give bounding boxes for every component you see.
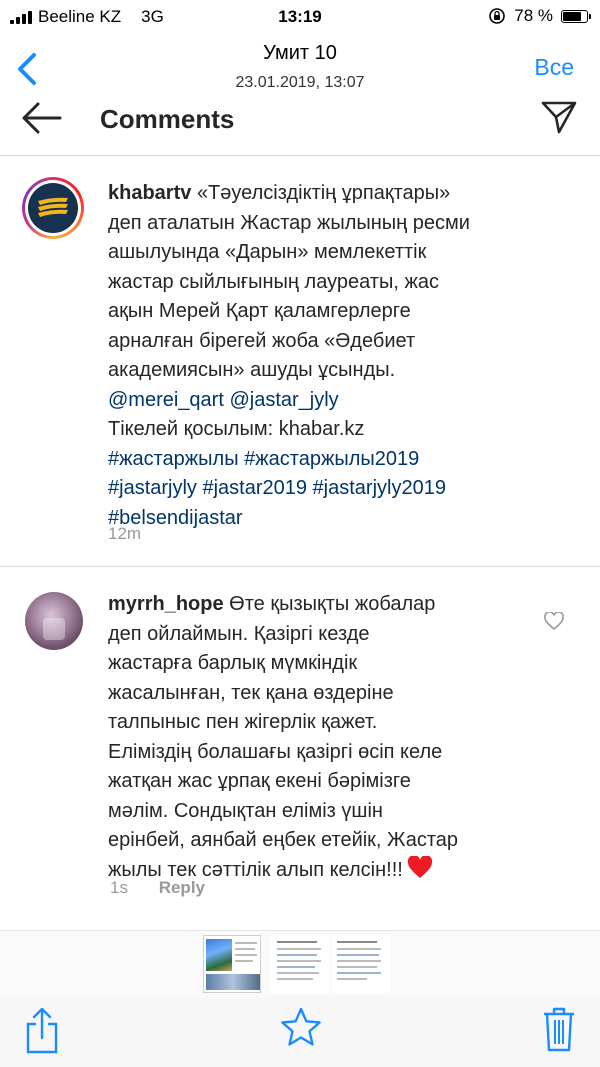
bottom-toolbar bbox=[0, 996, 600, 1067]
viewer-header: Умит 10 23.01.2019, 13:07 Все bbox=[0, 34, 600, 104]
viewer-subtitle: 23.01.2019, 13:07 bbox=[235, 74, 365, 91]
caption-line: ашылуында «Дарын» мемлекеттік bbox=[108, 241, 427, 263]
thumbnail-image bbox=[206, 939, 232, 971]
caption-time: 12m bbox=[108, 524, 142, 543]
khabar-logo-icon bbox=[28, 183, 78, 233]
battery-percent: 78 % bbox=[514, 6, 553, 25]
thumbnail-strip bbox=[0, 930, 600, 996]
comment-line: деп ойлаймын. Қазіргі кезде bbox=[108, 622, 370, 645]
comment-text: myrrh_hope Өте қызықты жобалар деп ойлай… bbox=[108, 590, 538, 885]
caption-line: khabartv «Тәуелсіздіктің ұрпақтары» bbox=[108, 179, 578, 209]
ig-comments-header: Comments bbox=[0, 96, 600, 156]
comment-line: Еліміздің болашағы қазіргі өсіп келе bbox=[108, 740, 443, 763]
reply-button[interactable]: Reply bbox=[159, 878, 205, 897]
viewer-title: Умит 10 bbox=[263, 42, 337, 64]
heart-red-icon bbox=[407, 855, 432, 878]
comment-line: талпыныс пен жігерлік қажет. bbox=[108, 711, 378, 733]
thumbnail-item[interactable] bbox=[203, 935, 261, 993]
share-icon[interactable] bbox=[24, 1006, 60, 1054]
caption-line-text: «Тәуелсіздіктің ұрпақтары» bbox=[196, 182, 451, 204]
comment-line-text: Өте қызықты жобалар bbox=[229, 593, 436, 615]
comment-line: мәлім. Сондықтан еліміз үшін bbox=[108, 799, 383, 822]
caption-mentions[interactable]: @merei_qart @jastar_jyly bbox=[108, 386, 578, 416]
comment-item: myrrh_hope Өте қызықты жобалар деп ойлай… bbox=[0, 568, 600, 930]
all-button[interactable]: Все bbox=[534, 54, 574, 81]
status-bar: Beeline KZ 3G 13:19 78 % bbox=[0, 0, 600, 34]
status-right: 78 % bbox=[488, 6, 591, 26]
caption-hashtags[interactable]: #belsendijastar bbox=[108, 504, 578, 534]
comment-time: 1s bbox=[110, 878, 128, 897]
battery-fill bbox=[563, 11, 581, 21]
post-caption: khabartv «Тәуелсіздіктің ұрпақтары» деп … bbox=[0, 157, 600, 567]
caption-username[interactable]: khabartv bbox=[108, 182, 191, 204]
thumbnail-item[interactable] bbox=[271, 935, 329, 993]
comment-line: myrrh_hope Өте қызықты жобалар bbox=[108, 590, 538, 620]
comments-title: Comments bbox=[100, 104, 235, 134]
comment-line: жасалынған, тек қана өздеріне bbox=[108, 681, 394, 704]
star-icon[interactable] bbox=[280, 1006, 322, 1048]
comment-line: ерінбей, аянбай еңбек етейік, Жастар bbox=[108, 829, 459, 851]
khabartv-avatar bbox=[22, 177, 84, 239]
send-icon bbox=[541, 101, 577, 134]
comment-meta: 1s Reply bbox=[110, 878, 205, 898]
rotation-lock-icon bbox=[489, 8, 506, 24]
comment-line: жатқан жас ұрпақ екені бәрімізге bbox=[108, 770, 411, 792]
caption-line: арналған бірегей жоба «Әдебиет bbox=[108, 329, 416, 352]
caption-text: khabartv «Тәуелсіздіктің ұрпақтары» деп … bbox=[108, 179, 578, 533]
caption-line: ақын Мерей Қарт қаламгерлерге bbox=[108, 300, 411, 322]
caption-live-line: Тікелей қосылым: khabar.kz bbox=[108, 418, 365, 440]
caption-line: академиясын» ашуды ұсынды. bbox=[108, 359, 396, 381]
caption-line: жастар сыйлығының лауреаты, жас bbox=[108, 270, 439, 293]
battery-icon bbox=[561, 9, 591, 23]
comment-line: жастарға барлық мүмкіндік bbox=[108, 652, 358, 674]
myrrh-hope-avatar[interactable] bbox=[25, 592, 83, 650]
caption-line: деп аталатын Жастар жылының ресми bbox=[108, 211, 470, 234]
thumbnail-item[interactable] bbox=[331, 935, 389, 993]
thumbnail-image bbox=[206, 974, 260, 990]
trash-icon[interactable] bbox=[542, 1006, 576, 1052]
comment-username[interactable]: myrrh_hope bbox=[108, 593, 224, 615]
caption-hashtags[interactable]: #жастаржылы #жастаржылы2019 bbox=[108, 445, 578, 475]
heart-outline-icon[interactable] bbox=[544, 612, 564, 630]
caption-hashtags[interactable]: #jastarjyly #jastar2019 #jastarjyly2019 bbox=[108, 474, 578, 504]
back-arrow-icon bbox=[22, 102, 62, 134]
